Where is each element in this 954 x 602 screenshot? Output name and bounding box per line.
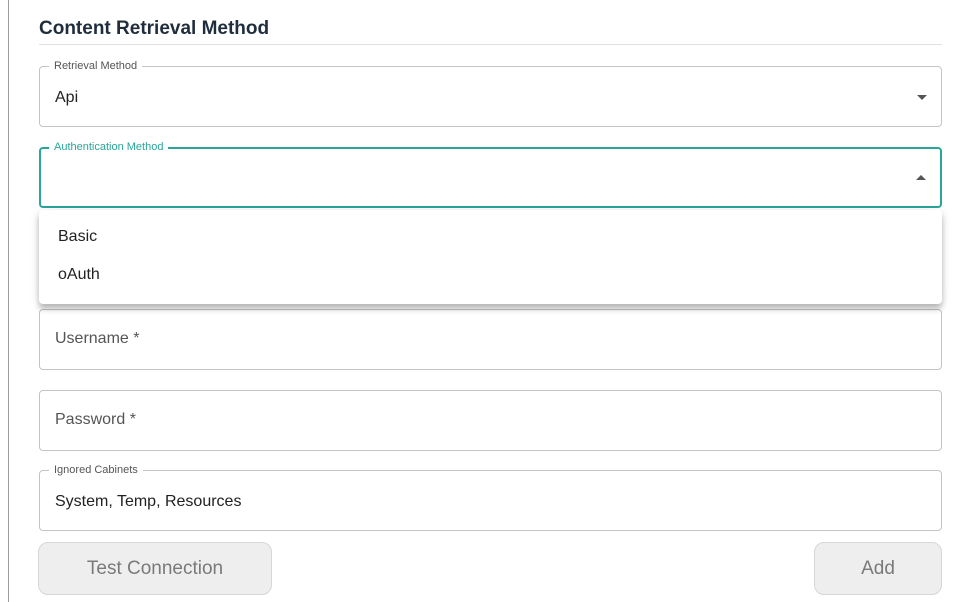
retrieval-method-value: Api [55, 89, 79, 106]
ignored-cabinets-value: System, Temp, Resources [55, 493, 242, 510]
authentication-method-label: Authentication Method [49, 140, 169, 154]
password-field[interactable]: Password * [39, 390, 942, 451]
retrieval-method-label: Retrieval Method [49, 59, 143, 73]
caret-down-icon [917, 95, 927, 100]
authentication-method-select[interactable]: Authentication Method [39, 140, 942, 208]
test-connection-button[interactable]: Test Connection [38, 542, 272, 595]
username-placeholder: Username * [55, 330, 140, 347]
menu-option-basic[interactable]: Basic [39, 218, 942, 256]
add-button[interactable]: Add [814, 542, 942, 595]
caret-up-icon [916, 175, 926, 180]
ignored-cabinets-field[interactable]: Ignored Cabinets System, Temp, Resources [39, 463, 942, 531]
ignored-cabinets-label: Ignored Cabinets [49, 463, 143, 477]
password-placeholder: Password * [55, 411, 136, 428]
title-divider [39, 44, 942, 45]
username-field[interactable]: Username * [39, 309, 942, 370]
authentication-method-menu: Basic oAuth [39, 210, 942, 304]
retrieval-method-select[interactable]: Retrieval Method Api [39, 59, 942, 127]
container-left-border [8, 0, 9, 602]
section-title: Content Retrieval Method [39, 18, 270, 39]
menu-option-oauth[interactable]: oAuth [39, 256, 942, 294]
